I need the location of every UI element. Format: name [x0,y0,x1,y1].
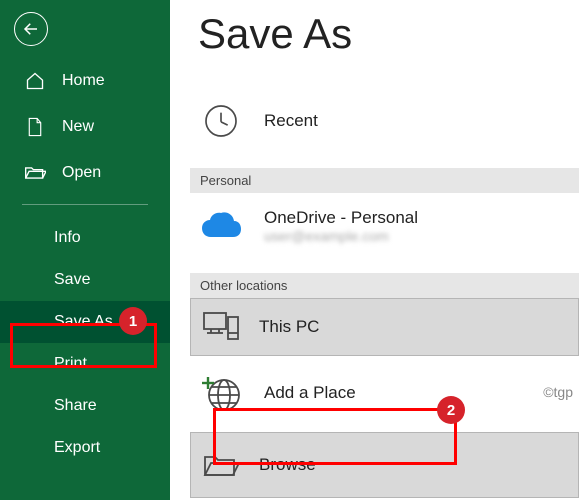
location-label: OneDrive - Personal [264,208,418,228]
browse-button[interactable]: Browse [190,432,579,498]
home-icon [24,70,46,92]
nav-label: Share [54,397,97,415]
nav-print[interactable]: Print [0,343,170,385]
onedrive-text: OneDrive - Personal user@example.com [264,208,418,244]
watermark: ©tgp [543,384,573,400]
nav-label: Open [62,164,101,182]
folder-open-icon [201,445,241,485]
location-label: Add a Place [264,383,356,403]
nav-home[interactable]: Home [0,58,170,104]
add-place-icon [198,370,244,416]
nav-new[interactable]: New [0,104,170,150]
nav-save-as[interactable]: Save As [0,301,170,343]
section-personal: Personal [190,168,579,193]
nav-label: Save [54,271,90,289]
nav-open[interactable]: Open [0,150,170,196]
nav-label: Home [62,72,105,90]
cloud-icon [198,203,244,249]
onedrive-account: user@example.com [264,228,418,244]
backstage-sidebar: Home New Open Info Save Save As Print Sh… [0,0,170,500]
nav-export[interactable]: Export [0,427,170,469]
location-add-place[interactable]: Add a Place [170,356,579,426]
clock-icon [198,98,244,144]
location-label: Browse [259,455,316,475]
this-pc-icon [201,307,241,347]
nav-label: Info [54,229,81,247]
location-label: This PC [259,317,319,337]
location-this-pc[interactable]: This PC [190,298,579,356]
nav-save[interactable]: Save [0,259,170,301]
nav-sub-group: Info Save Save As Print Share Export [0,217,170,469]
new-file-icon [24,116,46,138]
open-folder-icon [24,162,46,184]
location-onedrive[interactable]: OneDrive - Personal user@example.com [170,193,579,259]
section-other-locations: Other locations [190,273,579,298]
back-button[interactable] [14,12,48,46]
nav-label: Save As [54,313,113,331]
nav-label: New [62,118,94,136]
nav-separator [22,204,148,205]
arrow-left-icon [22,20,40,38]
location-recent[interactable]: Recent [170,88,579,154]
nav-share[interactable]: Share [0,385,170,427]
nav-info[interactable]: Info [0,217,170,259]
location-label: Recent [264,111,318,131]
main-panel: Save As Recent Personal OneDrive - Perso… [170,0,579,500]
nav-label: Print [54,355,87,373]
page-title: Save As [170,0,579,88]
nav-label: Export [54,439,100,457]
